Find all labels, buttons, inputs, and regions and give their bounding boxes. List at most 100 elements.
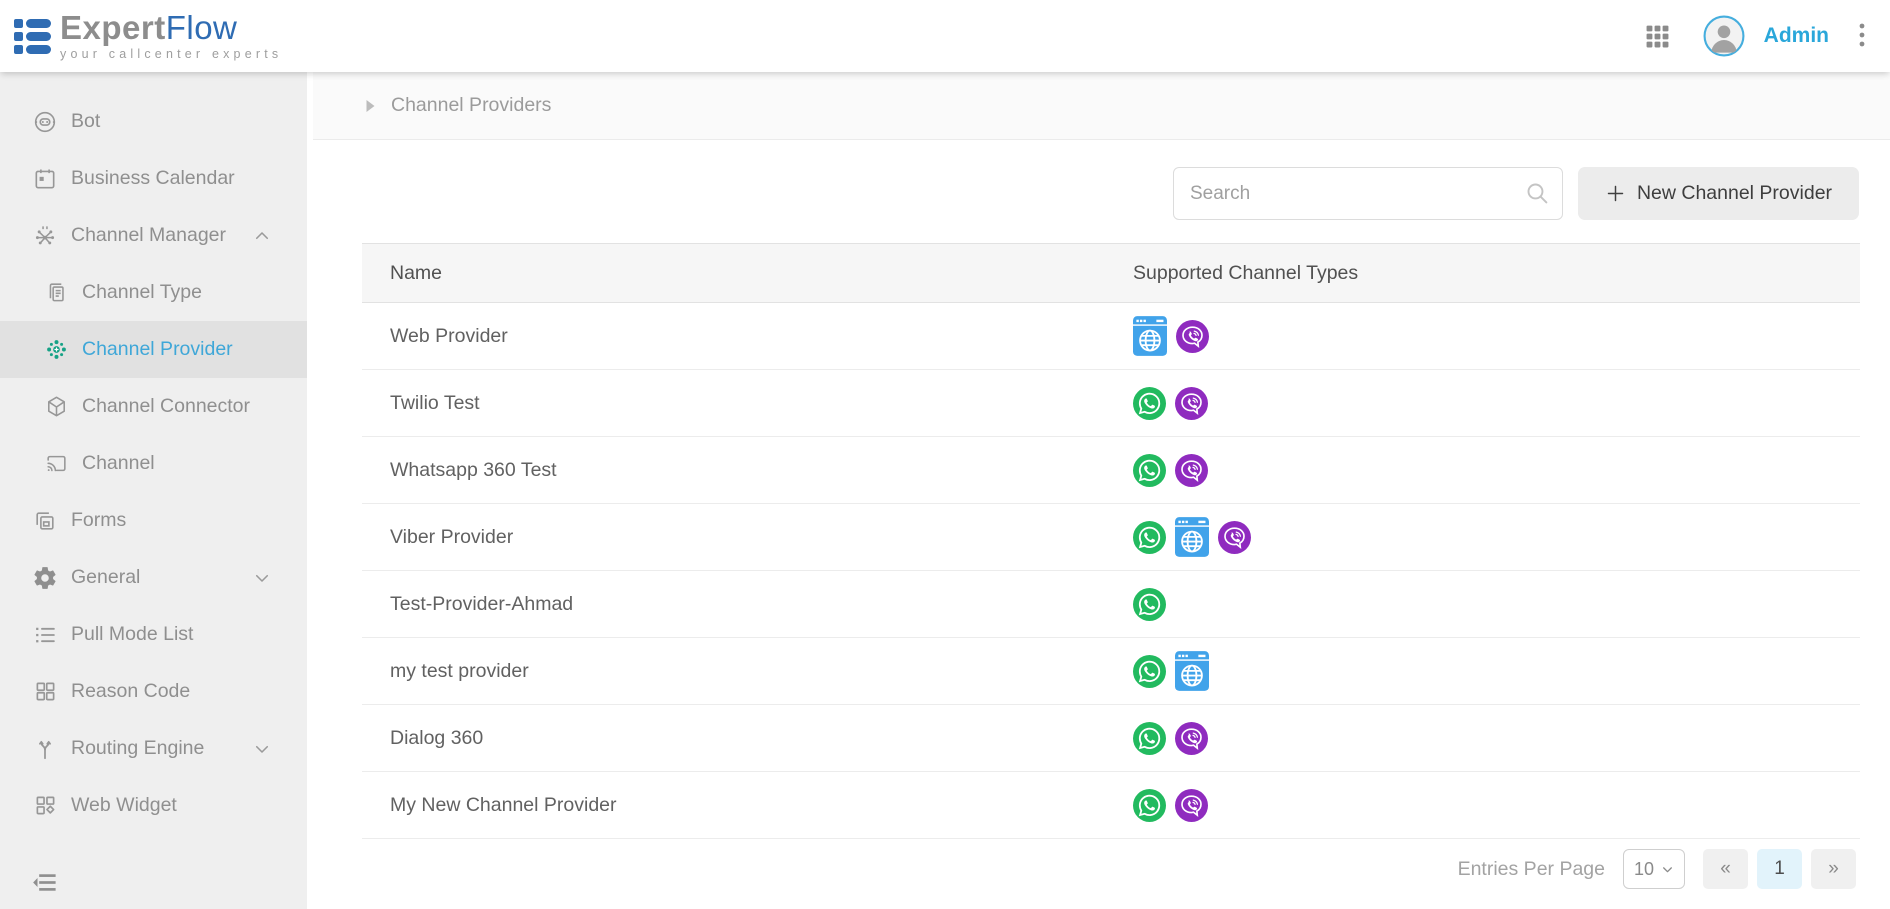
viber-icon (1175, 789, 1208, 822)
routing-icon (32, 736, 58, 762)
viber-icon (1175, 387, 1208, 420)
bot-icon (32, 109, 58, 135)
whatsapp-icon (1133, 655, 1166, 688)
sidebar-item-label: Channel Type (82, 281, 202, 304)
expertflow-logo: ExpertFlow your callcenter experts (14, 11, 282, 61)
prev-page-button[interactable]: « (1703, 849, 1748, 889)
page-size-value: 10 (1634, 859, 1654, 880)
provider-name: Web Provider (362, 325, 1133, 348)
provider-name: Whatsapp 360 Test (362, 459, 1133, 482)
sidebar-item-channel-connector[interactable]: Channel Connector (0, 378, 307, 435)
sidebar-item-pull-mode-list[interactable]: Pull Mode List (0, 606, 307, 663)
web-channel-icon (1175, 517, 1209, 557)
web-widget-icon (32, 793, 58, 819)
sidebar-item-label: Web Widget (71, 794, 177, 817)
calendar-icon (32, 166, 58, 192)
channel-icons (1133, 316, 1860, 356)
viber-icon (1218, 521, 1251, 554)
chevron-down-icon (253, 740, 271, 758)
top-header: ExpertFlow your callcenter experts Admin (0, 0, 1890, 72)
column-header-name: Name (362, 262, 1133, 285)
channel-icons (1133, 387, 1860, 420)
viber-icon (1175, 722, 1208, 755)
list-icon (32, 622, 58, 648)
provider-name: Twilio Test (362, 392, 1133, 415)
reason-code-icon (32, 679, 58, 705)
user-avatar[interactable] (1703, 15, 1745, 57)
sidebar-item-channel-type[interactable]: Channel Type (0, 264, 307, 321)
table-row[interactable]: Test-Provider-Ahmad (362, 571, 1860, 638)
collapse-sidebar-icon[interactable] (30, 868, 59, 897)
sidebar-item-label: Reason Code (71, 680, 190, 703)
channel-type-icon (43, 280, 69, 306)
sidebar-item-web-widget[interactable]: Web Widget (0, 777, 307, 834)
channel-connector-icon (43, 394, 69, 420)
web-channel-icon (1133, 316, 1167, 356)
sidebar: Bot Business Calendar Channel Manager (0, 72, 307, 909)
next-page-button[interactable]: » (1811, 849, 1856, 889)
table-row[interactable]: Twilio Test (362, 370, 1860, 437)
sidebar-item-label: Business Calendar (71, 167, 235, 190)
table-row[interactable]: My New Channel Provider (362, 772, 1860, 839)
viber-icon (1176, 320, 1209, 353)
user-name[interactable]: Admin (1764, 24, 1829, 48)
sidebar-item-label: Pull Mode List (71, 623, 193, 646)
search-icon (1524, 180, 1551, 212)
table-body: Web Provider Twilio Test Whatsapp 360 Test… (362, 303, 1860, 839)
sidebar-item-label: Routing Engine (71, 737, 204, 760)
whatsapp-icon (1133, 789, 1166, 822)
main-content: Channel Providers New Channel Provider N… (307, 72, 1890, 909)
channel-icons (1133, 517, 1860, 557)
whatsapp-icon (1133, 588, 1166, 621)
sidebar-item-label: Channel Connector (82, 395, 250, 418)
sidebar-item-channel[interactable]: Channel (0, 435, 307, 492)
breadcrumb-caret-icon (365, 99, 376, 113)
page-size-select[interactable]: 10 (1623, 849, 1685, 889)
whatsapp-icon (1133, 387, 1166, 420)
sidebar-item-label: Channel Manager (71, 224, 226, 247)
provider-name: my test provider (362, 660, 1133, 683)
sidebar-item-business-calendar[interactable]: Business Calendar (0, 150, 307, 207)
channel-icons (1133, 588, 1860, 621)
chevron-down-icon (1661, 863, 1674, 876)
whatsapp-icon (1133, 521, 1166, 554)
providers-table: Name Supported Channel Types Web Provide… (362, 243, 1860, 889)
sidebar-item-forms[interactable]: Forms (0, 492, 307, 549)
sidebar-item-label: Forms (71, 509, 126, 532)
toolbar: New Channel Provider (362, 167, 1859, 220)
pagination-bar: Entries Per Page 10 « 1 » (362, 849, 1860, 889)
viber-icon (1175, 454, 1208, 487)
table-row[interactable]: Dialog 360 (362, 705, 1860, 772)
entries-per-page-label: Entries Per Page (1458, 858, 1605, 881)
channel-icons (1133, 722, 1860, 755)
table-row[interactable]: my test provider (362, 638, 1860, 705)
expertflow-logo-icon (14, 19, 51, 54)
sidebar-item-routing-engine[interactable]: Routing Engine (0, 720, 307, 777)
sidebar-item-label: Channel Provider (82, 338, 233, 361)
apps-grid-icon[interactable] (1645, 24, 1670, 49)
channel-icons (1133, 789, 1860, 822)
sidebar-item-label: General (71, 566, 140, 589)
web-channel-icon (1175, 651, 1209, 691)
sidebar-item-reason-code[interactable]: Reason Code (0, 663, 307, 720)
provider-name: My New Channel Provider (362, 794, 1133, 817)
table-row[interactable]: Viber Provider (362, 504, 1860, 571)
provider-name: Dialog 360 (362, 727, 1133, 750)
whatsapp-icon (1133, 722, 1166, 755)
channel-manager-icon (32, 223, 58, 249)
sidebar-item-bot[interactable]: Bot (0, 93, 307, 150)
whatsapp-icon (1133, 454, 1166, 487)
sidebar-item-label: Bot (71, 110, 100, 133)
sidebar-item-channel-provider[interactable]: Channel Provider (0, 321, 307, 378)
sidebar-item-channel-manager[interactable]: Channel Manager (0, 207, 307, 264)
provider-name: Test-Provider-Ahmad (362, 593, 1133, 616)
table-row[interactable]: Web Provider (362, 303, 1860, 370)
table-row[interactable]: Whatsapp 360 Test (362, 437, 1860, 504)
kebab-menu-icon[interactable] (1858, 22, 1866, 50)
gear-icon (32, 565, 58, 591)
page-1-button[interactable]: 1 (1757, 849, 1802, 889)
new-channel-provider-button[interactable]: New Channel Provider (1578, 167, 1859, 220)
sidebar-item-general[interactable]: General (0, 549, 307, 606)
channel-icons (1133, 651, 1860, 691)
search-input[interactable] (1173, 167, 1563, 220)
